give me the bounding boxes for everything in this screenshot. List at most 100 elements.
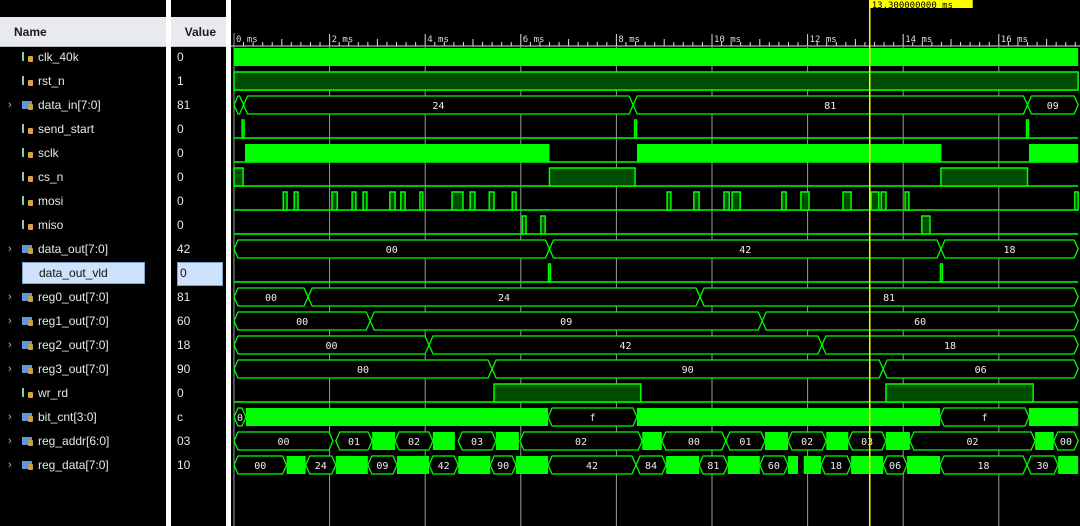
- waveform-data_out_vld: [234, 263, 1079, 283]
- waveform-reg_addr: 00 01 02 03 02 00 01 02 03 02 00: [233, 431, 1079, 451]
- signal-value: 0: [177, 146, 184, 160]
- signal-name: mosi: [38, 194, 64, 208]
- waveform-clk_40k: [234, 48, 1079, 66]
- ruler-label: 2 ms: [332, 35, 354, 45]
- bus-signal-icon: [22, 293, 33, 302]
- bus-dense-fill: [765, 432, 789, 450]
- signal-name: reg_data[7:0]: [38, 458, 109, 472]
- bus-value-label: 00: [277, 437, 289, 448]
- signal-value-panel: Value 0 1 81 0 0 0 0 0 42 0 81 60 18 90 0 c 03 10: [171, 0, 226, 526]
- name-column-header[interactable]: Name: [0, 17, 166, 47]
- clock-fill: [234, 48, 1079, 66]
- waveform-cs_n: [233, 167, 1079, 187]
- bus-value-label: 06: [975, 365, 987, 376]
- bus-value-label: 81: [824, 101, 836, 112]
- ruler-label: 6 ms: [523, 35, 545, 45]
- waveform-data_out: 00 42 18: [233, 239, 1079, 259]
- bus-signal-icon: [22, 365, 33, 374]
- high-pulse: [331, 191, 338, 211]
- signal-value: 81: [177, 290, 191, 304]
- bus-value-label: 00: [1060, 437, 1072, 448]
- signal-row-data-out-vld[interactable]: data_out_vld: [0, 262, 166, 284]
- bus-value-label: 01: [348, 437, 360, 448]
- bus-dense-fill: [516, 456, 549, 474]
- signal-row-reg3-out[interactable]: › reg3_out[7:0]: [0, 358, 166, 380]
- bus-value-label: 00: [325, 341, 337, 352]
- signal-row-sclk[interactable]: sclk: [0, 142, 166, 164]
- signal-row-wr-rd[interactable]: wr_rd: [0, 382, 166, 404]
- signal-row-reg1-out[interactable]: › reg1_out[7:0]: [0, 310, 166, 332]
- signal-name: send_start: [38, 122, 95, 136]
- expand-chevron-icon[interactable]: ›: [8, 358, 12, 380]
- bus-dense-fill: [1028, 408, 1079, 426]
- toggle-fill: [244, 144, 550, 162]
- signal-row-send-start[interactable]: send_start: [0, 118, 166, 140]
- bit-signal-icon: [22, 196, 33, 206]
- expand-chevron-icon[interactable]: ›: [8, 310, 12, 332]
- bus-dense-fill: [372, 432, 396, 450]
- bus-dense-fill: [245, 408, 549, 426]
- bus-value-label: 03: [471, 437, 483, 448]
- signal-row-reg-data[interactable]: › reg_data[7:0]: [0, 454, 166, 476]
- signal-row-data-in[interactable]: › data_in[7:0]: [0, 94, 166, 116]
- expand-chevron-icon[interactable]: ›: [8, 454, 12, 476]
- bus-value-label: 09: [1047, 101, 1059, 112]
- bus-value-label: 30: [1037, 461, 1049, 472]
- toggle-fill: [1028, 144, 1079, 162]
- high-pulse: [1074, 191, 1079, 211]
- signal-value: 0: [177, 122, 184, 136]
- bus-value-label: 00: [265, 293, 277, 304]
- waveform-canvas[interactable]: 0 ms 2 ms 4 ms 6 ms 8 ms 10 ms 12 ms 14 ms 16 ms…: [231, 0, 1080, 526]
- bus-segment: [233, 95, 245, 115]
- waveform-miso: [234, 215, 1079, 235]
- signal-row-mosi[interactable]: mosi: [0, 190, 166, 212]
- signal-value: 1: [177, 74, 184, 88]
- signal-row-miso[interactable]: miso: [0, 214, 166, 236]
- signal-row-cs-n[interactable]: cs_n: [0, 166, 166, 188]
- signal-row-data-out[interactable]: › data_out[7:0]: [0, 238, 166, 260]
- signal-row-reg0-out[interactable]: › reg0_out[7:0]: [0, 286, 166, 308]
- signal-row-bit-cnt[interactable]: › bit_cnt[3:0]: [0, 406, 166, 428]
- signal-name: data_out_vld: [22, 262, 145, 284]
- high-pulse: [547, 263, 552, 283]
- signal-value: 0: [177, 386, 184, 400]
- high-pulse: [362, 191, 368, 211]
- high-pulse: [633, 119, 638, 139]
- ruler-label: 8 ms: [618, 35, 640, 45]
- bit-signal-icon: [22, 220, 33, 230]
- ruler-label: 14 ms: [905, 35, 932, 45]
- expand-chevron-icon[interactable]: ›: [8, 430, 12, 452]
- bus-signal-icon: [22, 317, 33, 326]
- expand-chevron-icon[interactable]: ›: [8, 238, 12, 260]
- bus-dense-fill: [636, 408, 941, 426]
- bus-dense-fill: [885, 432, 910, 450]
- bus-value-label: 90: [497, 461, 509, 472]
- signal-name: reg1_out[7:0]: [38, 314, 109, 328]
- waveform-sclk: [234, 144, 1079, 163]
- bus-dense-fill: [286, 456, 306, 474]
- signal-value: 81: [177, 98, 191, 112]
- value-column-header[interactable]: Value: [171, 17, 226, 47]
- waveform-bit_cnt: 0 f f: [233, 407, 1079, 427]
- signal-name: sclk: [38, 146, 59, 160]
- high-pulse: [469, 191, 476, 211]
- high-pulse: [511, 191, 517, 211]
- signal-row-reg-addr[interactable]: › reg_addr[6:0]: [0, 430, 166, 452]
- waveform-reg2_out: 00 42 18: [233, 335, 1079, 355]
- waveform-reg1_out: 00 09 60: [233, 311, 1079, 331]
- signal-row-rst-n[interactable]: rst_n: [0, 70, 166, 92]
- bus-value-label: 90: [682, 365, 694, 376]
- bus-value-label: 81: [883, 293, 895, 304]
- expand-chevron-icon[interactable]: ›: [8, 334, 12, 356]
- expand-chevron-icon[interactable]: ›: [8, 406, 12, 428]
- bus-dense-fill: [1058, 456, 1079, 474]
- expand-chevron-icon[interactable]: ›: [8, 94, 12, 116]
- bus-value-label: 42: [739, 245, 751, 256]
- signal-row-clk-40k[interactable]: clk_40k: [0, 46, 166, 68]
- bus-signal-icon: [22, 413, 33, 422]
- bus-value-label: 02: [966, 437, 978, 448]
- signal-row-reg2-out[interactable]: › reg2_out[7:0]: [0, 334, 166, 356]
- expand-chevron-icon[interactable]: ›: [8, 286, 12, 308]
- bus-value-label: 24: [498, 293, 510, 304]
- high-pulse: [904, 191, 910, 211]
